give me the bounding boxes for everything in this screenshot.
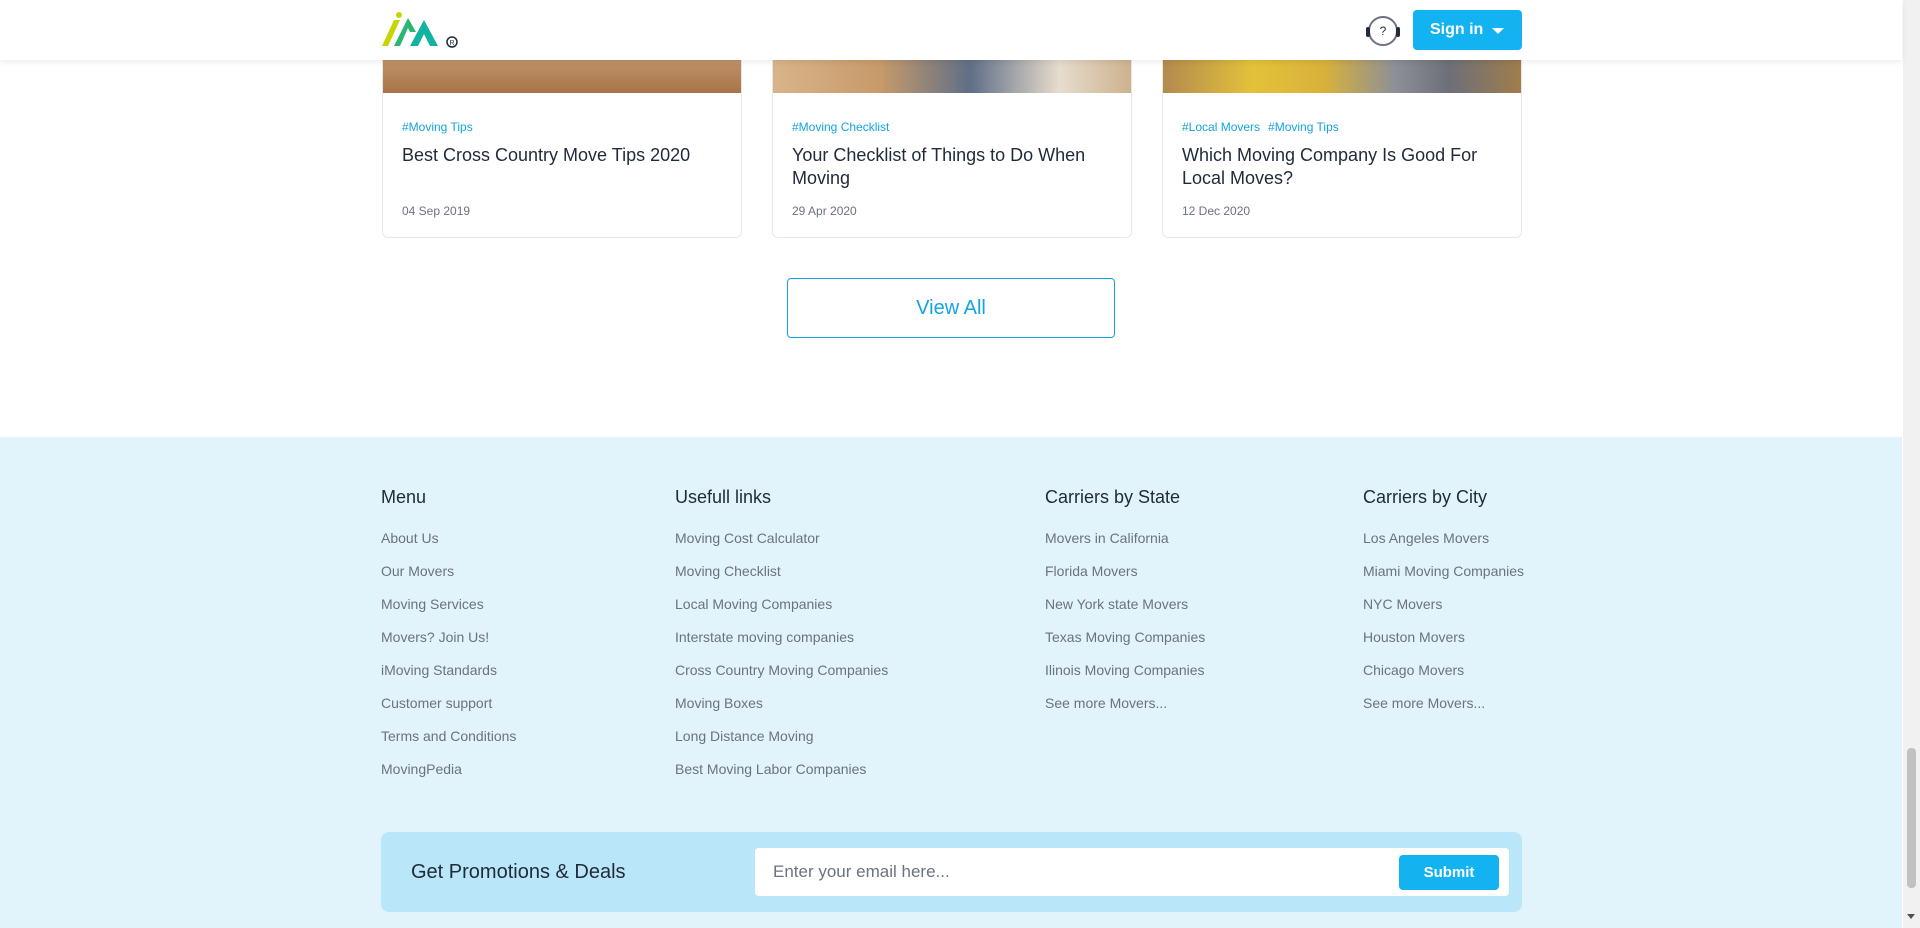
sign-in-label: Sign in xyxy=(1430,21,1484,38)
help-glyph: ? xyxy=(1379,24,1387,38)
site-header: R ? Sign in xyxy=(0,0,1902,60)
footer-link[interactable]: Texas Moving Companies xyxy=(1045,629,1205,662)
footer-link[interactable]: Terms and Conditions xyxy=(381,728,516,761)
blog-card-2[interactable]: #Moving Checklist Your Checklist of Thin… xyxy=(772,40,1132,238)
footer-menu-column: Menu About Us Our Movers Moving Services… xyxy=(381,487,516,794)
email-field[interactable] xyxy=(773,860,1373,884)
footer-link[interactable]: iMoving Standards xyxy=(381,662,516,695)
footer-link[interactable]: See more Movers... xyxy=(1363,695,1524,728)
footer-link[interactable]: About Us xyxy=(381,530,516,563)
tag-link[interactable]: #Moving Tips xyxy=(1268,120,1339,134)
promotions-title: Get Promotions & Deals xyxy=(411,861,626,883)
blog-card-date: 12 Dec 2020 xyxy=(1182,204,1251,218)
blog-card-title[interactable]: Best Cross Country Move Tips 2020 xyxy=(402,144,722,167)
footer-link[interactable]: Interstate moving companies xyxy=(675,629,888,662)
imoving-logo-icon[interactable]: R xyxy=(380,8,460,50)
footer-link[interactable]: Moving Services xyxy=(381,596,516,629)
footer-column-title: Carriers by State xyxy=(1045,487,1181,507)
blog-card-1[interactable]: #Moving Tips Best Cross Country Move Tip… xyxy=(382,40,742,238)
blog-card-date: 04 Sep 2019 xyxy=(402,204,471,218)
footer-link[interactable]: Customer support xyxy=(381,695,516,728)
footer-column-title: Menu xyxy=(381,487,427,507)
footer-link[interactable]: MovingPedia xyxy=(381,761,516,794)
blog-card-title[interactable]: Your Checklist of Things to Do When Movi… xyxy=(792,144,1112,190)
footer-link[interactable]: Chicago Movers xyxy=(1363,662,1524,695)
scroll-down-arrow-icon[interactable] xyxy=(1907,914,1915,919)
promotions-signup-box: Get Promotions & Deals Submit xyxy=(381,832,1522,912)
blog-card-tags: #Moving Tips xyxy=(402,120,481,134)
footer-link[interactable]: Moving Boxes xyxy=(675,695,888,728)
page-scrollbar[interactable] xyxy=(1903,0,1920,928)
footer-link[interactable]: Los Angeles Movers xyxy=(1363,530,1524,563)
sign-in-button[interactable]: Sign in xyxy=(1413,10,1522,50)
blog-card-tags: #Local Movers #Moving Tips xyxy=(1182,120,1347,134)
caret-down-icon xyxy=(1492,28,1504,34)
footer-link[interactable]: NYC Movers xyxy=(1363,596,1524,629)
footer-column-title: Carriers by City xyxy=(1363,487,1488,507)
footer-link[interactable]: New York state Movers xyxy=(1045,596,1205,629)
footer-link[interactable]: Long Distance Moving xyxy=(675,728,888,761)
tag-link[interactable]: #Moving Tips xyxy=(402,120,473,134)
footer-link[interactable]: Houston Movers xyxy=(1363,629,1524,662)
footer-link[interactable]: Our Movers xyxy=(381,563,516,596)
footer-column-title: Usefull links xyxy=(675,487,772,507)
footer-link[interactable]: Moving Cost Calculator xyxy=(675,530,888,563)
footer-link[interactable]: Cross Country Moving Companies xyxy=(675,662,888,695)
submit-button[interactable]: Submit xyxy=(1399,855,1499,890)
footer-link[interactable]: Movers? Join Us! xyxy=(381,629,516,662)
tag-link[interactable]: #Local Movers xyxy=(1182,120,1260,134)
blog-card-tags: #Moving Checklist xyxy=(792,120,897,134)
footer-link[interactable]: Local Moving Companies xyxy=(675,596,888,629)
footer-link[interactable]: Moving Checklist xyxy=(675,563,888,596)
svg-text:R: R xyxy=(450,40,455,47)
footer-carriers-by-state-column: Carriers by State Movers in California F… xyxy=(1045,487,1205,728)
scrollbar-thumb[interactable] xyxy=(1907,748,1916,888)
footer-link[interactable]: Movers in California xyxy=(1045,530,1205,563)
footer-carriers-by-city-column: Carriers by City Los Angeles Movers Miam… xyxy=(1363,487,1524,728)
footer-link[interactable]: Florida Movers xyxy=(1045,563,1205,596)
blog-card-title[interactable]: Which Moving Company Is Good For Local M… xyxy=(1182,144,1502,190)
footer-link[interactable]: Best Moving Labor Companies xyxy=(675,761,888,794)
site-footer: Menu About Us Our Movers Moving Services… xyxy=(0,437,1902,928)
tag-link[interactable]: #Moving Checklist xyxy=(792,120,889,134)
footer-link[interactable]: See more Movers... xyxy=(1045,695,1205,728)
view-all-button[interactable]: View All xyxy=(787,278,1115,338)
footer-useful-links-column: Usefull links Moving Cost Calculator Mov… xyxy=(675,487,888,794)
blog-card-3[interactable]: #Local Movers #Moving Tips Which Moving C… xyxy=(1162,40,1522,238)
footer-link[interactable]: Miami Moving Companies xyxy=(1363,563,1524,596)
email-field-container: Submit xyxy=(755,848,1509,896)
blog-card-date: 29 Apr 2020 xyxy=(792,204,857,218)
footer-link[interactable]: Ilinois Moving Companies xyxy=(1045,662,1205,695)
help-headset-icon[interactable]: ? xyxy=(1366,16,1400,46)
